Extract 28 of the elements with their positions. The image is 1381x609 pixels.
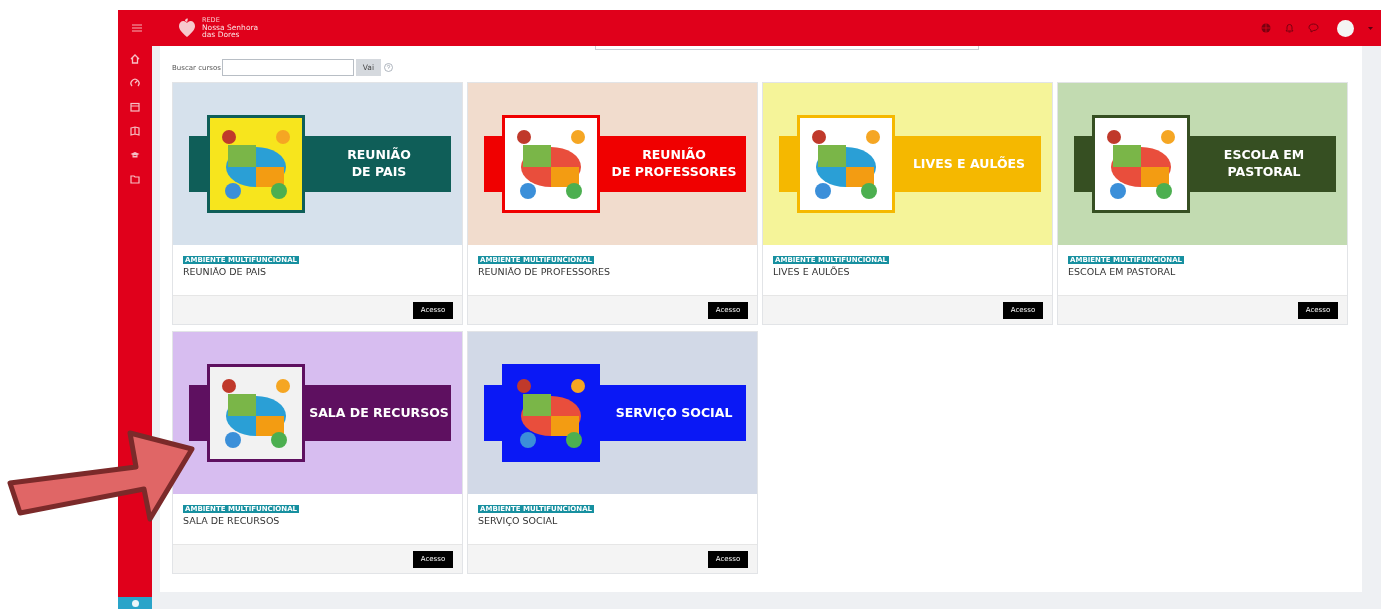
gauge-icon[interactable] — [130, 78, 140, 88]
course-name[interactable]: ESCOLA EM PASTORAL — [1068, 266, 1176, 277]
user-avatar[interactable] — [1337, 19, 1354, 37]
globe-icon[interactable] — [1261, 23, 1271, 33]
calendar-icon[interactable] — [130, 102, 140, 112]
course-name[interactable]: REUNIÃO DE PAIS — [183, 266, 267, 277]
course-name[interactable]: SERVIÇO SOCIAL — [478, 515, 558, 526]
banner-title: SALA DE RECURSOS — [309, 403, 449, 422]
banner-title: REUNIÃO DE PROFESSORES — [610, 146, 738, 181]
help-icon[interactable] — [383, 63, 393, 72]
course-name[interactable]: SALA DE RECURSOS — [183, 515, 280, 526]
banner-title: ESCOLA EM PASTORAL — [1222, 146, 1306, 181]
graduation-cap-icon[interactable] — [130, 150, 140, 160]
folder-icon[interactable] — [130, 174, 140, 184]
bell-icon[interactable] — [1285, 23, 1294, 33]
banner-title: LIVES E AULÕES — [911, 154, 1027, 173]
course-name[interactable]: LIVES E AULÕES — [773, 266, 850, 277]
home-icon[interactable] — [130, 54, 140, 64]
course-search-field[interactable] — [221, 59, 354, 76]
caret-icon[interactable] — [1368, 26, 1373, 30]
banner-title: REUNIÃO DE PAIS — [346, 146, 412, 181]
banner-title: SERVIÇO SOCIAL — [614, 403, 734, 422]
course-name[interactable]: REUNIÃO DE PROFESSORES — [478, 266, 611, 277]
chat-icon[interactable] — [1308, 23, 1319, 33]
help-button[interactable] — [118, 597, 152, 609]
book-icon[interactable] — [130, 126, 140, 136]
search-field[interactable] — [595, 46, 979, 50]
heart-logo-icon — [178, 18, 196, 38]
